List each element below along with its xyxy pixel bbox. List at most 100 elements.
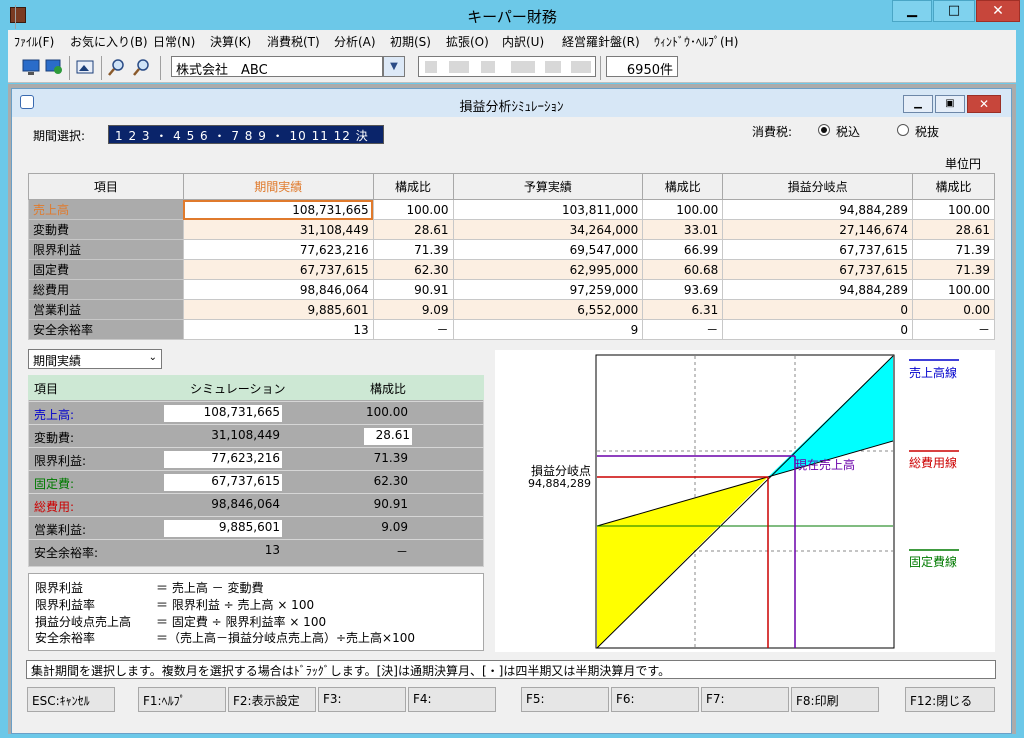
sim-marginal-profit-input[interactable]: 77,623,216: [164, 451, 282, 468]
tax-excluded-option[interactable]: 税抜: [897, 123, 977, 139]
menu-closing[interactable]: 決算(K): [210, 33, 251, 50]
table-cell[interactable]: 0: [722, 299, 914, 320]
table-cell[interactable]: 100.00: [912, 199, 995, 220]
table-cell[interactable]: 62,995,000: [452, 259, 644, 280]
menu-file[interactable]: ﾌｧｲﾙ(F): [14, 33, 54, 50]
table-cell[interactable]: －: [372, 319, 454, 340]
table-cell[interactable]: 90.91: [372, 279, 454, 300]
zoom-in-icon[interactable]: [108, 58, 128, 78]
bep-label: 損益分岐点: [531, 463, 591, 478]
menu-analysis[interactable]: 分析(A): [334, 33, 376, 50]
minimize-button[interactable]: ▁: [892, 0, 932, 22]
table-cell[interactable]: 69,547,000: [452, 239, 644, 260]
monitor-icon[interactable]: [22, 58, 42, 78]
sim-row-sales: 売上高: 108,731,665 100.00: [28, 401, 484, 424]
table-cell[interactable]: －: [912, 319, 995, 340]
table-cell[interactable]: 71.39: [912, 259, 995, 280]
menu-window-help[interactable]: ｳｨﾝﾄﾞｳ･ﾍﾙﾌﾟ(H): [654, 33, 738, 50]
f4-button[interactable]: F4:: [408, 687, 496, 712]
f8-print-button[interactable]: F8:印刷: [791, 687, 879, 712]
esc-cancel-button[interactable]: ESC:ｷｬﾝｾﾙ: [27, 687, 115, 712]
table-cell[interactable]: 28.61: [372, 219, 454, 240]
table-cell[interactable]: 34,264,000: [452, 219, 644, 240]
chevron-down-icon[interactable]: ▼: [383, 56, 405, 77]
menu-favorites[interactable]: お気に入り(B): [70, 33, 148, 50]
table-cell[interactable]: 94,884,289: [722, 199, 914, 220]
table-cell[interactable]: 100.00: [372, 199, 454, 220]
table-cell[interactable]: 100.00: [642, 199, 724, 220]
f2-display-settings-button[interactable]: F2:表示設定: [228, 687, 316, 712]
table-cell[interactable]: 66.99: [642, 239, 724, 260]
close-button[interactable]: ✕: [976, 0, 1020, 22]
row-label: 限界利益: [28, 239, 184, 260]
table-cell[interactable]: 98,846,064: [182, 279, 374, 300]
table-cell[interactable]: 71.39: [372, 239, 454, 260]
table-cell[interactable]: 67,737,615: [722, 239, 914, 260]
header-budget-actual[interactable]: 予算実績: [452, 173, 644, 200]
radio-icon[interactable]: [818, 124, 830, 136]
table-cell[interactable]: 9,885,601: [182, 299, 374, 320]
company-select[interactable]: 株式会社 ABC: [171, 56, 383, 78]
formula-name: 損益分岐点売上高: [35, 615, 132, 629]
table-cell[interactable]: 9: [452, 319, 644, 340]
header-period-actual[interactable]: 期間実績: [182, 173, 374, 200]
header-break-even[interactable]: 損益分岐点: [722, 173, 914, 200]
sim-variable-ratio-input[interactable]: 28.61: [364, 428, 412, 445]
menu-initial[interactable]: 初期(S): [390, 33, 431, 50]
table-cell[interactable]: 77,623,216: [182, 239, 374, 260]
table-cell[interactable]: 94,884,289: [722, 279, 914, 300]
period-selector[interactable]: 1 2 3 ・ 4 5 6 ・ 7 8 9 ・ 10 11 12 決: [108, 125, 384, 144]
refresh-icon[interactable]: [45, 58, 65, 78]
table-cell[interactable]: 60.68: [642, 259, 724, 280]
f5-button[interactable]: F5:: [521, 687, 609, 712]
table-cell[interactable]: 28.61: [912, 219, 995, 240]
table-cell[interactable]: 67,737,615: [722, 259, 914, 280]
table-cell[interactable]: 62.30: [372, 259, 454, 280]
table-cell[interactable]: 100.00: [912, 279, 995, 300]
f3-button[interactable]: F3:: [318, 687, 406, 712]
table-cell[interactable]: 103,811,000: [452, 199, 644, 220]
sim-sales-input[interactable]: 108,731,665: [164, 405, 282, 422]
table-cell[interactable]: 67,737,615: [182, 259, 374, 280]
basis-select[interactable]: 期間実績 ⌄: [28, 349, 162, 369]
table-cell[interactable]: 9.09: [372, 299, 454, 320]
zoom-out-icon[interactable]: [133, 58, 153, 78]
sim-ratio: 100.00: [366, 405, 408, 419]
table-cell[interactable]: 93.69: [642, 279, 724, 300]
f12-close-button[interactable]: F12:閉じる: [905, 687, 995, 712]
menu-breakdown[interactable]: 内訳(U): [502, 33, 544, 50]
table-cell[interactable]: 6.31: [642, 299, 724, 320]
table-row: 売上高 108,731,665 100.00 103,811,000 100.0…: [28, 199, 995, 220]
menu-consumption-tax[interactable]: 消費税(T): [267, 33, 320, 50]
sim-fixed-cost-input[interactable]: 67,737,615: [164, 474, 282, 491]
table-cell[interactable]: 0: [722, 319, 914, 340]
table-cell[interactable]: －: [642, 319, 724, 340]
toolbar-grip: [15, 5, 16, 29]
table-cell[interactable]: 33.01: [642, 219, 724, 240]
row-label: 総費用: [28, 279, 184, 300]
menu-compass[interactable]: 経営羅針盤(R): [562, 33, 640, 50]
tax-included-option[interactable]: 税込: [818, 123, 898, 139]
formula-name: 限界利益: [35, 581, 84, 595]
maximize-button[interactable]: □: [933, 0, 975, 22]
child-minimize-button[interactable]: ▁: [903, 95, 933, 113]
menu-daily[interactable]: 日常(N): [153, 33, 195, 50]
sim-operating-profit-input[interactable]: 9,885,601: [164, 520, 282, 537]
child-restore-button[interactable]: ▣: [935, 95, 965, 113]
table-cell[interactable]: 0.00: [912, 299, 995, 320]
menu-extension[interactable]: 拡張(O): [446, 33, 489, 50]
f6-button[interactable]: F6:: [611, 687, 699, 712]
f7-button[interactable]: F7:: [701, 687, 789, 712]
table-cell[interactable]: 31,108,449: [182, 219, 374, 240]
f1-help-button[interactable]: F1:ﾍﾙﾌﾟ: [138, 687, 226, 712]
image-icon[interactable]: [76, 58, 96, 78]
table-cell[interactable]: 108,731,665: [182, 199, 374, 220]
table-cell[interactable]: 97,259,000: [452, 279, 644, 300]
sim-row-operating-profit: 営業利益: 9,885,601 9.09: [28, 516, 484, 539]
table-cell[interactable]: 6,552,000: [452, 299, 644, 320]
table-cell[interactable]: 27,146,674: [722, 219, 914, 240]
table-cell[interactable]: 71.39: [912, 239, 995, 260]
radio-icon[interactable]: [897, 124, 909, 136]
table-cell[interactable]: 13: [182, 319, 374, 340]
child-close-button[interactable]: ✕: [967, 95, 1001, 113]
